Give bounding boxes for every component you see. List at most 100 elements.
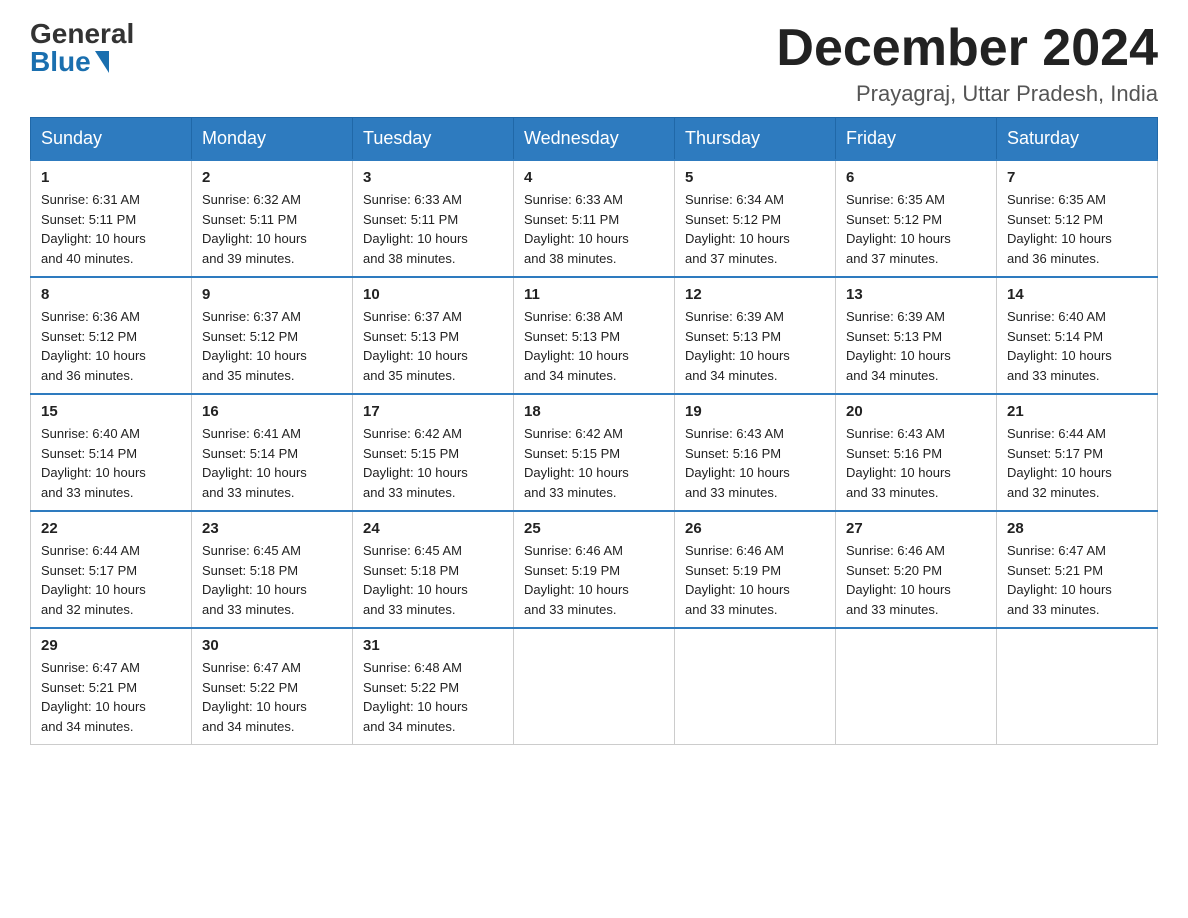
day-of-week-header: Thursday [675,118,836,161]
calendar-cell: 24 Sunrise: 6:45 AMSunset: 5:18 PMDaylig… [353,511,514,628]
day-number: 31 [363,637,503,654]
day-info: Sunrise: 6:33 AMSunset: 5:11 PMDaylight:… [363,192,468,266]
week-row: 29 Sunrise: 6:47 AMSunset: 5:21 PMDaylig… [31,628,1158,745]
location-subtitle: Prayagraj, Uttar Pradesh, India [776,81,1158,107]
day-info: Sunrise: 6:41 AMSunset: 5:14 PMDaylight:… [202,426,307,500]
day-info: Sunrise: 6:35 AMSunset: 5:12 PMDaylight:… [846,192,951,266]
day-info: Sunrise: 6:34 AMSunset: 5:12 PMDaylight:… [685,192,790,266]
day-number: 28 [1007,520,1147,537]
calendar-cell [675,628,836,745]
day-info: Sunrise: 6:46 AMSunset: 5:19 PMDaylight:… [685,543,790,617]
calendar-cell: 13 Sunrise: 6:39 AMSunset: 5:13 PMDaylig… [836,277,997,394]
day-info: Sunrise: 6:44 AMSunset: 5:17 PMDaylight:… [1007,426,1112,500]
month-title: December 2024 [776,20,1158,77]
day-info: Sunrise: 6:40 AMSunset: 5:14 PMDaylight:… [1007,309,1112,383]
day-info: Sunrise: 6:48 AMSunset: 5:22 PMDaylight:… [363,660,468,734]
day-number: 7 [1007,169,1147,186]
week-row: 8 Sunrise: 6:36 AMSunset: 5:12 PMDayligh… [31,277,1158,394]
header-row: SundayMondayTuesdayWednesdayThursdayFrid… [31,118,1158,161]
day-number: 3 [363,169,503,186]
day-number: 4 [524,169,664,186]
day-info: Sunrise: 6:39 AMSunset: 5:13 PMDaylight:… [846,309,951,383]
day-info: Sunrise: 6:37 AMSunset: 5:12 PMDaylight:… [202,309,307,383]
calendar-cell: 26 Sunrise: 6:46 AMSunset: 5:19 PMDaylig… [675,511,836,628]
calendar-cell: 7 Sunrise: 6:35 AMSunset: 5:12 PMDayligh… [997,160,1158,277]
day-number: 26 [685,520,825,537]
day-number: 5 [685,169,825,186]
calendar-cell: 19 Sunrise: 6:43 AMSunset: 5:16 PMDaylig… [675,394,836,511]
day-number: 9 [202,286,342,303]
day-info: Sunrise: 6:39 AMSunset: 5:13 PMDaylight:… [685,309,790,383]
day-number: 1 [41,169,181,186]
calendar-cell: 1 Sunrise: 6:31 AMSunset: 5:11 PMDayligh… [31,160,192,277]
day-number: 15 [41,403,181,420]
day-info: Sunrise: 6:47 AMSunset: 5:22 PMDaylight:… [202,660,307,734]
day-info: Sunrise: 6:35 AMSunset: 5:12 PMDaylight:… [1007,192,1112,266]
calendar-cell: 6 Sunrise: 6:35 AMSunset: 5:12 PMDayligh… [836,160,997,277]
calendar-cell: 30 Sunrise: 6:47 AMSunset: 5:22 PMDaylig… [192,628,353,745]
page-header: General Blue December 2024 Prayagraj, Ut… [30,20,1158,107]
calendar-cell: 3 Sunrise: 6:33 AMSunset: 5:11 PMDayligh… [353,160,514,277]
day-info: Sunrise: 6:33 AMSunset: 5:11 PMDaylight:… [524,192,629,266]
day-of-week-header: Saturday [997,118,1158,161]
day-info: Sunrise: 6:47 AMSunset: 5:21 PMDaylight:… [1007,543,1112,617]
calendar-cell: 23 Sunrise: 6:45 AMSunset: 5:18 PMDaylig… [192,511,353,628]
calendar-cell: 22 Sunrise: 6:44 AMSunset: 5:17 PMDaylig… [31,511,192,628]
day-info: Sunrise: 6:32 AMSunset: 5:11 PMDaylight:… [202,192,307,266]
day-of-week-header: Friday [836,118,997,161]
day-number: 25 [524,520,664,537]
day-number: 16 [202,403,342,420]
calendar-cell: 4 Sunrise: 6:33 AMSunset: 5:11 PMDayligh… [514,160,675,277]
day-info: Sunrise: 6:37 AMSunset: 5:13 PMDaylight:… [363,309,468,383]
calendar-cell [514,628,675,745]
day-number: 20 [846,403,986,420]
calendar-cell [997,628,1158,745]
day-number: 17 [363,403,503,420]
logo: General Blue [30,20,134,76]
calendar-cell: 31 Sunrise: 6:48 AMSunset: 5:22 PMDaylig… [353,628,514,745]
day-number: 18 [524,403,664,420]
calendar-cell: 18 Sunrise: 6:42 AMSunset: 5:15 PMDaylig… [514,394,675,511]
day-info: Sunrise: 6:45 AMSunset: 5:18 PMDaylight:… [363,543,468,617]
calendar-cell: 27 Sunrise: 6:46 AMSunset: 5:20 PMDaylig… [836,511,997,628]
week-row: 1 Sunrise: 6:31 AMSunset: 5:11 PMDayligh… [31,160,1158,277]
day-number: 22 [41,520,181,537]
calendar-cell: 5 Sunrise: 6:34 AMSunset: 5:12 PMDayligh… [675,160,836,277]
title-section: December 2024 Prayagraj, Uttar Pradesh, … [776,20,1158,107]
day-info: Sunrise: 6:36 AMSunset: 5:12 PMDaylight:… [41,309,146,383]
calendar-cell: 10 Sunrise: 6:37 AMSunset: 5:13 PMDaylig… [353,277,514,394]
day-of-week-header: Wednesday [514,118,675,161]
day-number: 2 [202,169,342,186]
day-info: Sunrise: 6:43 AMSunset: 5:16 PMDaylight:… [685,426,790,500]
day-info: Sunrise: 6:42 AMSunset: 5:15 PMDaylight:… [524,426,629,500]
calendar-cell [836,628,997,745]
day-number: 12 [685,286,825,303]
week-row: 22 Sunrise: 6:44 AMSunset: 5:17 PMDaylig… [31,511,1158,628]
day-info: Sunrise: 6:46 AMSunset: 5:19 PMDaylight:… [524,543,629,617]
calendar-cell: 17 Sunrise: 6:42 AMSunset: 5:15 PMDaylig… [353,394,514,511]
day-info: Sunrise: 6:45 AMSunset: 5:18 PMDaylight:… [202,543,307,617]
calendar-cell: 29 Sunrise: 6:47 AMSunset: 5:21 PMDaylig… [31,628,192,745]
day-number: 21 [1007,403,1147,420]
day-number: 29 [41,637,181,654]
day-info: Sunrise: 6:46 AMSunset: 5:20 PMDaylight:… [846,543,951,617]
logo-blue-text: Blue [30,48,109,76]
day-number: 27 [846,520,986,537]
calendar-cell: 2 Sunrise: 6:32 AMSunset: 5:11 PMDayligh… [192,160,353,277]
day-of-week-header: Monday [192,118,353,161]
calendar-cell: 12 Sunrise: 6:39 AMSunset: 5:13 PMDaylig… [675,277,836,394]
logo-general-text: General [30,20,134,48]
day-info: Sunrise: 6:47 AMSunset: 5:21 PMDaylight:… [41,660,146,734]
day-info: Sunrise: 6:40 AMSunset: 5:14 PMDaylight:… [41,426,146,500]
calendar-cell: 20 Sunrise: 6:43 AMSunset: 5:16 PMDaylig… [836,394,997,511]
day-number: 13 [846,286,986,303]
day-info: Sunrise: 6:42 AMSunset: 5:15 PMDaylight:… [363,426,468,500]
day-number: 8 [41,286,181,303]
day-info: Sunrise: 6:38 AMSunset: 5:13 PMDaylight:… [524,309,629,383]
calendar-cell: 21 Sunrise: 6:44 AMSunset: 5:17 PMDaylig… [997,394,1158,511]
calendar-cell: 14 Sunrise: 6:40 AMSunset: 5:14 PMDaylig… [997,277,1158,394]
day-of-week-header: Tuesday [353,118,514,161]
logo-triangle-icon [95,51,109,73]
day-info: Sunrise: 6:44 AMSunset: 5:17 PMDaylight:… [41,543,146,617]
calendar-cell: 28 Sunrise: 6:47 AMSunset: 5:21 PMDaylig… [997,511,1158,628]
